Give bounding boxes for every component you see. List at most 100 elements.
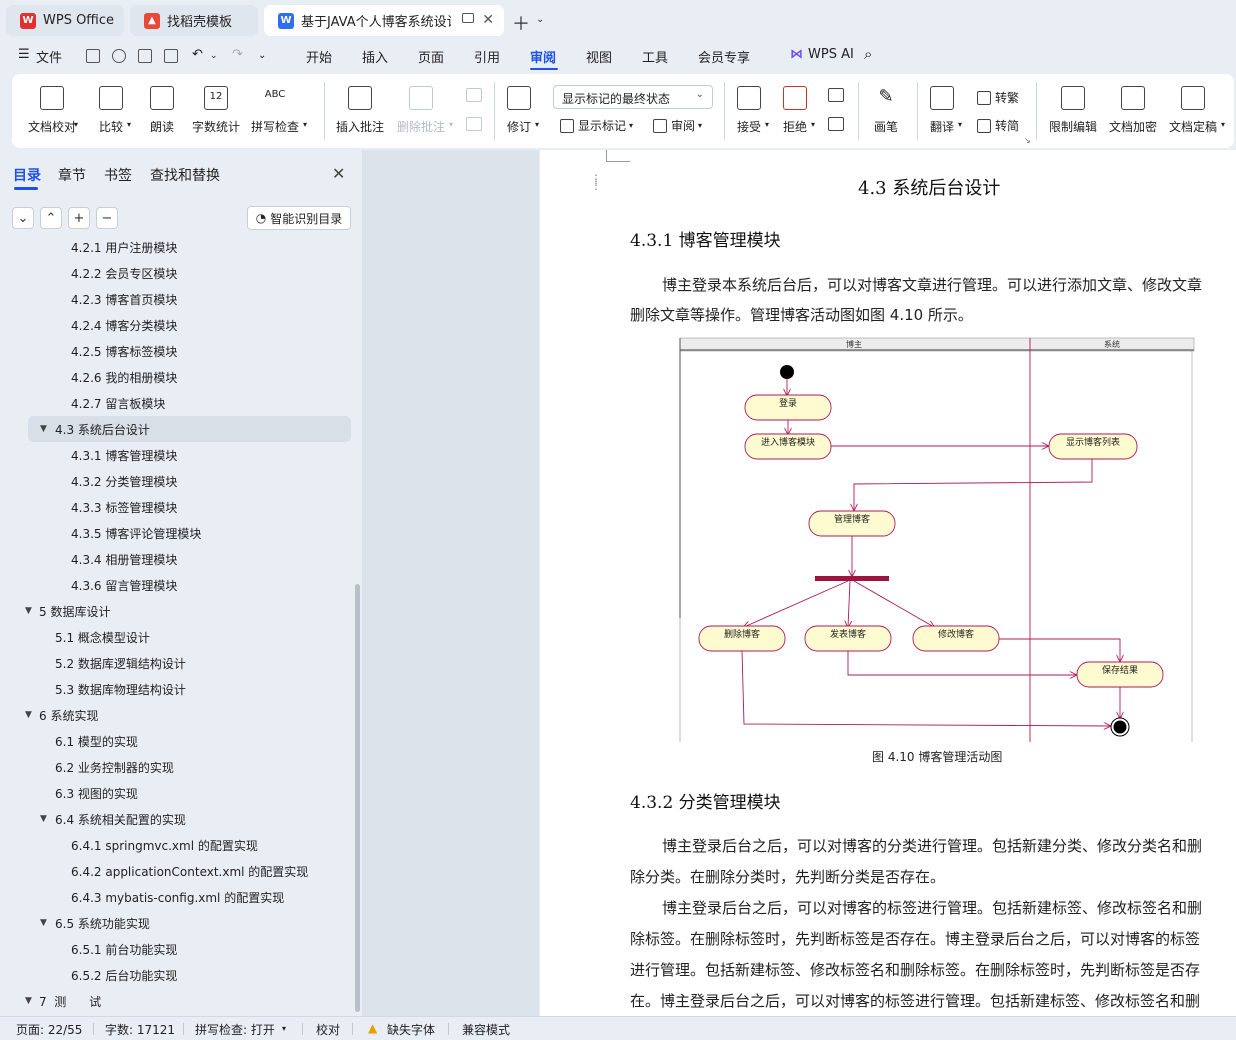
toc-item[interactable]: 5.3 数据库物理结构设计 (0, 676, 352, 702)
drag-handle-icon[interactable]: ⋮ ⋮ (590, 173, 602, 191)
toc-item[interactable]: 4.2.5 博客标签模块 (0, 338, 352, 364)
revise-button[interactable]: 修订 (507, 86, 531, 135)
toc-item[interactable]: ▼ 5 数据库设计 (0, 598, 352, 624)
expand-down-button[interactable]: ⌄ (12, 207, 34, 229)
reject-button[interactable]: 拒绝 (783, 86, 807, 135)
hamburger-icon[interactable]: ☰ (18, 47, 30, 62)
toc-item[interactable]: 4.3.6 留言管理模块 (0, 572, 352, 598)
close-icon[interactable]: ✕ (332, 164, 345, 183)
show-markup-button[interactable]: 显示标记 ▾ (560, 117, 633, 134)
prev-change-icon[interactable] (828, 88, 844, 102)
collapse-up-button[interactable]: ⌃ (40, 207, 62, 229)
toc-item[interactable]: 5.1 概念模型设计 (0, 624, 352, 650)
expand-corner-icon[interactable]: ↘ (1024, 136, 1031, 145)
toc-item[interactable]: ▼ 6.4 系统相关配置的实现 (0, 806, 352, 832)
doc-check-button[interactable]: 文档校对 (28, 86, 76, 135)
menu-insert[interactable]: 插入 (362, 47, 388, 66)
pen-button[interactable]: ✎ 画笔 (874, 86, 898, 135)
toc-item[interactable]: 6.5.1 前台功能实现 (0, 936, 352, 962)
collapse-arrow-icon[interactable]: ▼ (25, 606, 32, 616)
redo-icon[interactable]: ↷ (232, 47, 243, 62)
more-dropdown-icon[interactable]: ⌄ (258, 50, 266, 61)
encrypt-button[interactable]: 文档加密 (1109, 86, 1157, 135)
toc-item[interactable]: 4.3.4 相册管理模块 (0, 546, 352, 572)
toc-item[interactable]: 5.2 数据库逻辑结构设计 (0, 650, 352, 676)
menu-reference[interactable]: 引用 (474, 47, 500, 66)
toc-item[interactable]: 6.3 视图的实现 (0, 780, 352, 806)
toc-scrollbar[interactable] (355, 584, 360, 1012)
translate-button[interactable]: 翻译 (930, 86, 954, 135)
tab-toc[interactable]: 目录 (13, 165, 41, 185)
compare-button[interactable]: 比较 (99, 86, 123, 135)
toc-item[interactable]: 4.2.3 博客首页模块 (0, 286, 352, 312)
toc-item[interactable]: 6.4.2 applicationContext.xml 的配置实现 (0, 858, 352, 884)
review-pane-button[interactable]: 审阅 ▾ (653, 117, 702, 134)
print-preview-icon[interactable] (164, 49, 178, 63)
collapse-arrow-icon[interactable]: ▼ (25, 996, 32, 1006)
missing-font-status[interactable]: 缺失字体 (387, 1021, 435, 1038)
toc-item[interactable]: 6.4.3 mybatis-config.xml 的配置实现 (0, 884, 352, 910)
collapse-arrow-icon[interactable]: ▼ (25, 710, 32, 720)
restrict-edit-button[interactable]: 限制编辑 (1049, 86, 1097, 135)
next-comment-icon[interactable] (466, 117, 482, 131)
spell-check-button[interactable]: ABC 拼写检查 (251, 86, 299, 135)
collapse-arrow-icon[interactable]: ▼ (40, 424, 47, 434)
toc-item[interactable]: 6.1 模型的实现 (0, 728, 352, 754)
menu-home[interactable]: 开始 (306, 47, 332, 66)
delete-comment-button[interactable]: 删除批注 (397, 86, 445, 135)
new-tab-icon[interactable]: ＋ (512, 10, 530, 36)
to-simplified-button[interactable]: 转简 (977, 117, 1019, 134)
tab-find-replace[interactable]: 查找和替换 (150, 165, 220, 185)
word-count-button[interactable]: 12 字数统计 (192, 86, 240, 135)
word-count-status[interactable]: 字数: 17121 (105, 1021, 175, 1038)
toc-item[interactable]: 4.3.5 博客评论管理模块 (0, 520, 352, 546)
menu-page[interactable]: 页面 (418, 47, 444, 66)
prev-comment-icon[interactable] (466, 88, 482, 102)
accept-button[interactable]: 接受 (737, 86, 761, 135)
menu-file[interactable]: 文件 (36, 47, 62, 66)
spell-check-status[interactable]: 拼写检查: 打开 (195, 1021, 275, 1038)
toc-item[interactable]: 4.2.2 会员专区模块 (0, 260, 352, 286)
remove-heading-button[interactable]: − (96, 207, 118, 229)
tab-bookmark[interactable]: 书签 (104, 165, 132, 185)
menu-tools[interactable]: 工具 (642, 47, 668, 66)
toc-item[interactable]: 4.3.3 标签管理模块 (0, 494, 352, 520)
smart-toc-button[interactable]: ◔ 智能识别目录 (247, 206, 351, 230)
print-icon[interactable] (138, 49, 152, 63)
add-heading-button[interactable]: + (68, 207, 90, 229)
collapse-arrow-icon[interactable]: ▼ (40, 918, 47, 928)
toc-item[interactable]: 4.2.4 博客分类模块 (0, 312, 352, 338)
toc-item[interactable]: ▼ 7 测 试 (0, 988, 352, 1014)
undo-icon[interactable]: ↶ (192, 47, 203, 62)
proof-status[interactable]: 校对 (316, 1021, 340, 1038)
close-tab-icon[interactable]: ✕ (482, 12, 494, 28)
search-icon[interactable]: ⌕ (864, 45, 872, 63)
toc-item[interactable]: 4.3.1 博客管理模块 (0, 442, 352, 468)
to-traditional-button[interactable]: 转繁 (977, 89, 1019, 106)
menu-wps-ai[interactable]: WPS AI (808, 47, 854, 62)
toc-item[interactable]: 6.5.2 后台功能实现 (0, 962, 352, 988)
tab-wps-office[interactable]: W WPS Office (6, 5, 124, 36)
tab-document[interactable]: W 基于JAVA个人博客系统设计与 ✕ (264, 5, 504, 36)
chevron-down-icon[interactable]: ▾ (282, 1024, 286, 1033)
toc-item[interactable]: 4.2.6 我的相册模块 (0, 364, 352, 390)
toc-item-selected[interactable]: ▼ 4.3 系统后台设计 (28, 416, 351, 442)
menu-view[interactable]: 视图 (586, 47, 612, 66)
toc-item[interactable]: 4.2.7 留言板模块 (0, 390, 352, 416)
next-change-icon[interactable] (828, 117, 844, 131)
finalize-button[interactable]: 文档定稿 (1169, 86, 1217, 135)
toc-item[interactable]: 6.2 业务控制器的实现 (0, 754, 352, 780)
toc-item[interactable]: 4.3.2 分类管理模块 (0, 468, 352, 494)
toc-item[interactable]: 6.4.1 springmvc.xml 的配置实现 (0, 832, 352, 858)
undo-dropdown-icon[interactable]: ⌄ (210, 51, 218, 61)
toc-item[interactable]: 4.2.1 用户注册模块 (0, 238, 352, 260)
tab-template[interactable]: ▲ 找稻壳模板 (130, 5, 258, 36)
save-icon[interactable] (86, 49, 100, 63)
page-indicator[interactable]: 页面: 22/55 (16, 1021, 82, 1038)
insert-comment-button[interactable]: 插入批注 (336, 86, 384, 135)
collapse-arrow-icon[interactable]: ▼ (40, 814, 47, 824)
screen-icon[interactable] (462, 13, 474, 23)
toc-item[interactable]: ▼ 6 系统实现 (0, 702, 352, 728)
read-aloud-button[interactable]: 朗读 (150, 86, 174, 135)
menu-member[interactable]: 会员专享 (698, 47, 750, 66)
